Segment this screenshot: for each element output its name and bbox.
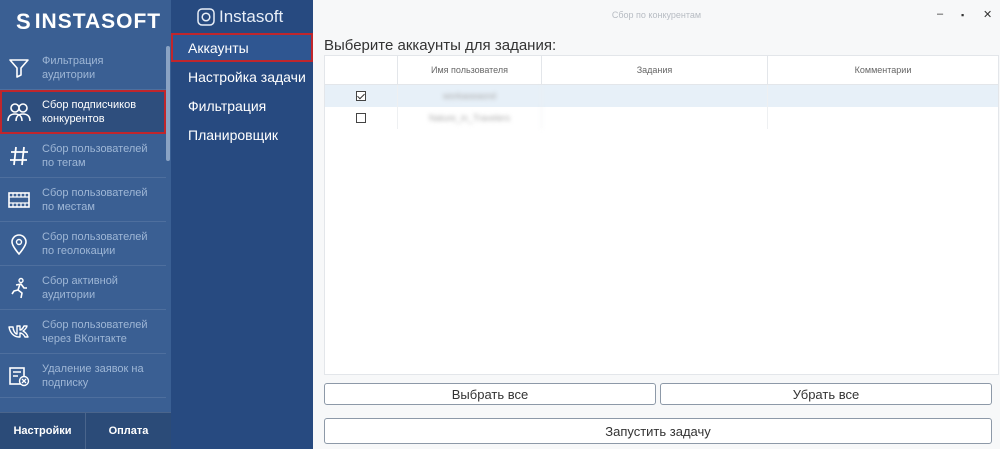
brand-logo: S INSTASOFT: [0, 0, 171, 43]
table-row[interactable]: Nature_in_Travelers: [325, 107, 998, 129]
comments-cell: [768, 107, 998, 129]
sidebar-footer: Настройки Оплата: [0, 412, 171, 449]
tasks-cell: [542, 85, 768, 107]
sidebar-item-label: Сбор подписчиков конкурентов: [42, 98, 137, 125]
funnel-icon: [0, 57, 38, 79]
row-checkbox[interactable]: [356, 113, 366, 123]
main-sidebar: S INSTASOFT Фильтрация аудитории Сбор по…: [0, 0, 171, 449]
tab-accounts[interactable]: Аккаунты: [171, 33, 313, 62]
task-subpanel: Instasoft Аккаунты Настройка задачи Филь…: [171, 0, 313, 449]
sidebar-item-label: Сбор активной аудитории: [42, 274, 118, 301]
comments-cell: [768, 85, 998, 107]
subpanel-brand-name: Instasoft: [219, 6, 284, 26]
sidebar-item-vkontakte[interactable]: Сбор пользователей через ВКонтакте: [0, 310, 166, 354]
tab-task-settings[interactable]: Настройка задачи: [171, 62, 313, 91]
sidebar-scrollbar[interactable]: [166, 46, 170, 161]
column-header-comments[interactable]: Комментарии: [768, 56, 998, 84]
column-header-tasks[interactable]: Задания: [542, 56, 768, 84]
sidebar-item-tags[interactable]: Сбор пользователей по тегам: [0, 134, 166, 178]
minimize-icon[interactable]: –: [937, 8, 943, 20]
sidebar-item-competitor-followers[interactable]: Сбор подписчиков конкурентов: [0, 90, 166, 134]
users-icon: [0, 101, 38, 123]
row-checkbox-cell: [325, 85, 398, 107]
hashtag-icon: [0, 145, 38, 167]
running-person-icon: [0, 277, 38, 299]
username-cell: workaseasnd: [398, 85, 542, 107]
payment-button[interactable]: Оплата: [85, 413, 171, 449]
table-header: Имя пользователя Задания Комментарии: [325, 56, 998, 85]
instagram-camera-icon: [197, 8, 215, 31]
map-pin-icon: [0, 233, 38, 255]
close-icon[interactable]: ✕: [983, 8, 992, 21]
column-header-username[interactable]: Имя пользователя: [398, 56, 542, 84]
sidebar-item-label: Сбор пользователей через ВКонтакте: [42, 318, 148, 345]
vk-icon: [0, 321, 38, 343]
sidebar-item-places[interactable]: Сбор пользователей по местам: [0, 178, 166, 222]
table-row[interactable]: workaseasnd: [325, 85, 998, 107]
main-content: Сбор по конкурентам – ▪ ✕ Выберите аккау…: [313, 0, 1000, 449]
sidebar-nav: Фильтрация аудитории Сбор подписчиков ко…: [0, 46, 166, 398]
sidebar-item-geolocation[interactable]: Сбор пользователей по геолокации: [0, 222, 166, 266]
sidebar-item-label: Удаление заявок на подписку: [42, 362, 144, 389]
sidebar-item-active-audience[interactable]: Сбор активной аудитории: [0, 266, 166, 310]
subpanel-menu: Аккаунты Настройка задачи Фильтрация Пла…: [171, 33, 313, 149]
column-header-check: [325, 56, 398, 84]
tab-scheduler[interactable]: Планировщик: [171, 120, 313, 149]
sidebar-item-label: Сбор пользователей по геолокации: [42, 230, 148, 257]
username-cell: Nature_in_Travelers: [398, 107, 542, 129]
sidebar-item-label: Фильтрация аудитории: [42, 54, 104, 81]
page-title: Выберите аккаунты для задания:: [324, 37, 557, 54]
row-checkbox-cell: [325, 107, 398, 129]
logo-icon: S: [16, 8, 32, 34]
window-titlebar: Сбор по конкурентам – ▪ ✕: [313, 0, 1000, 30]
sidebar-item-label: Сбор пользователей по местам: [42, 186, 148, 213]
row-checkbox[interactable]: [356, 91, 366, 101]
select-all-button[interactable]: Выбрать все: [324, 383, 656, 405]
sidebar-item-label: Сбор пользователей по тегам: [42, 142, 148, 169]
sidebar-item-audience-filter[interactable]: Фильтрация аудитории: [0, 46, 166, 90]
remove-request-icon: [0, 365, 38, 387]
tab-filtering[interactable]: Фильтрация: [171, 91, 313, 120]
tasks-cell: [542, 107, 768, 129]
window-title: Сбор по конкурентам: [611, 10, 702, 20]
start-task-button[interactable]: Запустить задачу: [324, 418, 992, 444]
accounts-table: Имя пользователя Задания Комментарии wor…: [324, 55, 999, 375]
sidebar-item-remove-requests[interactable]: Удаление заявок на подписку: [0, 354, 166, 398]
brand-name: INSTASOFT: [34, 9, 162, 33]
deselect-all-button[interactable]: Убрать все: [660, 383, 992, 405]
maximize-icon[interactable]: ▪: [961, 10, 964, 20]
settings-button[interactable]: Настройки: [0, 413, 85, 449]
film-strip-icon: [0, 189, 38, 211]
subpanel-brand: Instasoft: [171, 0, 313, 33]
